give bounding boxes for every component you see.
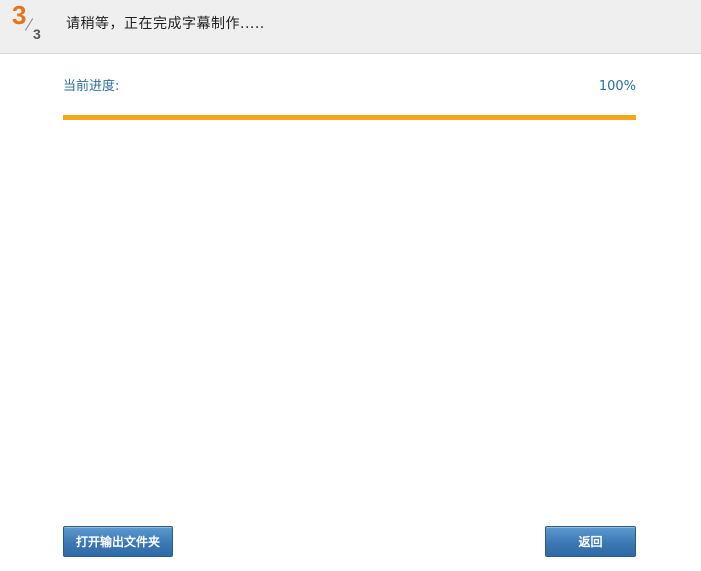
progress-bar: [63, 115, 636, 120]
step-indicator: 3 3: [8, 0, 54, 46]
header-bar: 3 3 请稍等，正在完成字幕制作.....: [0, 0, 701, 54]
back-button[interactable]: 返回: [545, 526, 636, 557]
step-total-number: 3: [33, 26, 41, 42]
open-output-folder-button[interactable]: 打开输出文件夹: [63, 526, 173, 557]
step-current-number: 3: [12, 0, 27, 30]
progress-percentage: 100%: [598, 79, 636, 94]
progress-bar-fill: [63, 115, 636, 120]
page-title: 请稍等，正在完成字幕制作.....: [66, 16, 265, 32]
subtitle-wizard-window: 3 3 请稍等，正在完成字幕制作..... 当前进度: 100% 打开输出文件夹…: [0, 0, 701, 571]
progress-label: 当前进度:: [63, 79, 120, 94]
